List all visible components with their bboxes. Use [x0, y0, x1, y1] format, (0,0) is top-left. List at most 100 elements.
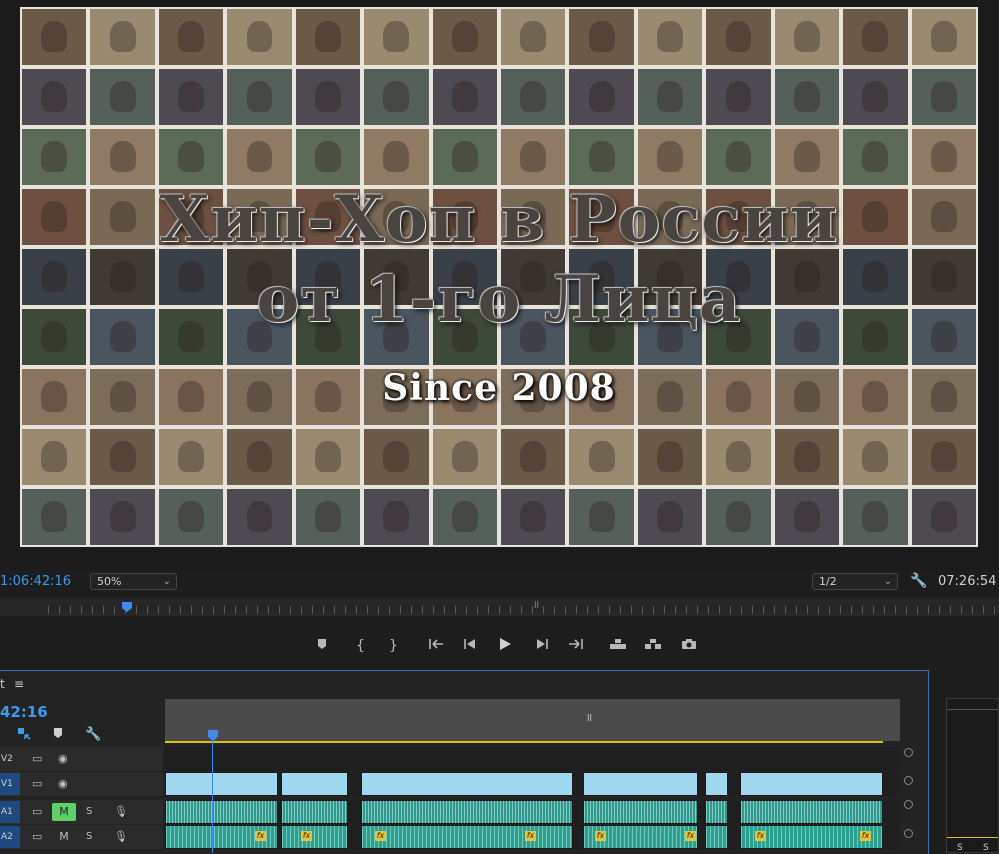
collage-thumbnail [432, 9, 497, 65]
sync-lock-icon[interactable]: ▭ [32, 777, 42, 790]
lift-icon[interactable] [609, 637, 627, 655]
timeline-tab[interactable]: t [0, 677, 5, 691]
fx-badge[interactable]: fx [525, 831, 536, 841]
solo-button[interactable]: S [86, 831, 92, 842]
track-lane-a1[interactable] [165, 800, 900, 824]
track-lane-a2[interactable]: fx fx fx fx fx fx fx fx [165, 825, 900, 849]
timeline-ruler-mark: ll [587, 714, 593, 724]
clip[interactable] [583, 800, 698, 824]
mark-out-button[interactable]: } [389, 637, 398, 655]
panel-menu-icon[interactable]: ≡ [14, 677, 24, 691]
sync-lock-icon[interactable]: ▭ [32, 752, 42, 765]
video-preview[interactable]: Хип-Хоп в России от 1-го Лица Since 2008 [20, 7, 978, 547]
step-back-icon[interactable] [463, 637, 477, 655]
clip[interactable] [281, 772, 348, 796]
collage-thumbnail [706, 489, 771, 545]
solo-meter-button[interactable]: S [957, 843, 963, 853]
track-height-handle[interactable] [904, 829, 913, 838]
collage-thumbnail [501, 129, 566, 185]
program-monitor: Хип-Хоп в России от 1-го Лица Since 2008 [0, 0, 999, 570]
marker-icon[interactable] [317, 637, 327, 655]
collage-thumbnail [158, 69, 224, 125]
clip[interactable] [361, 772, 573, 796]
collage-thumbnail [501, 9, 566, 65]
clip[interactable] [165, 800, 278, 824]
overlay-title-line2: от 1-го Лица [256, 262, 742, 337]
collage-thumbnail [706, 429, 771, 485]
resolution-select[interactable]: 1/2 ⌄ [812, 573, 898, 590]
sync-lock-icon[interactable]: ▭ [32, 805, 42, 818]
go-to-in-icon[interactable] [429, 637, 445, 655]
mute-button[interactable]: M [52, 828, 76, 846]
track-lane-v1[interactable] [165, 772, 900, 796]
clip[interactable] [705, 800, 728, 824]
fx-badge[interactable]: fx [255, 831, 266, 841]
monitor-time-ruler[interactable] [0, 598, 999, 616]
clip[interactable] [705, 825, 728, 849]
clip[interactable] [705, 772, 728, 796]
track-label[interactable]: A1 [0, 801, 20, 823]
playhead-timecode[interactable]: 1:06:42:16 [0, 574, 71, 589]
collage-thumbnail [706, 9, 771, 65]
sync-lock-icon[interactable]: ▭ [32, 830, 42, 843]
microphone-icon[interactable]: 🎙 [114, 830, 128, 843]
play-icon[interactable] [498, 637, 512, 656]
track-lane-v2[interactable] [165, 747, 900, 771]
fx-badge[interactable]: fx [860, 831, 871, 841]
clip[interactable] [281, 800, 348, 824]
insert-sequence-icon[interactable] [17, 727, 31, 744]
collage-thumbnail [501, 489, 566, 545]
collage-thumbnail [843, 429, 908, 485]
clip[interactable] [740, 772, 883, 796]
collage-thumbnail [637, 69, 703, 125]
fx-badge[interactable]: fx [595, 831, 606, 841]
work-area-bar[interactable] [165, 741, 883, 743]
track-label[interactable]: V1 [0, 773, 20, 795]
go-to-out-icon[interactable] [567, 637, 583, 655]
microphone-icon[interactable]: 🎙 [114, 805, 128, 818]
wrench-icon[interactable]: 🔧 [910, 573, 927, 589]
clip[interactable] [361, 825, 573, 849]
track-label[interactable]: V2 [0, 748, 20, 770]
collage-thumbnail [22, 489, 87, 545]
zoom-value: 50% [97, 575, 122, 588]
timeline-settings-icon[interactable]: 🔧 [85, 727, 101, 742]
add-marker-icon[interactable] [53, 727, 63, 743]
collage-thumbnail [227, 9, 292, 65]
collage-thumbnail [843, 9, 908, 65]
clip[interactable] [583, 772, 698, 796]
collage-thumbnail [843, 69, 908, 125]
collage-thumbnail [432, 69, 497, 125]
clip[interactable] [361, 800, 573, 824]
collage-thumbnail [158, 9, 224, 65]
clip[interactable] [165, 772, 278, 796]
track-label[interactable]: A2 [0, 826, 20, 848]
eye-icon[interactable]: ◉ [58, 777, 68, 790]
zoom-select[interactable]: 50% ⌄ [90, 573, 177, 590]
clip[interactable] [281, 825, 348, 849]
fx-badge[interactable]: fx [375, 831, 386, 841]
collage-thumbnail [706, 69, 771, 125]
timeline-timecode[interactable]: 42:16 [0, 703, 48, 721]
clip[interactable] [740, 800, 883, 824]
mark-in-button[interactable]: { [356, 637, 365, 655]
track-height-handle[interactable] [904, 776, 913, 785]
mute-button[interactable]: M [52, 803, 76, 821]
step-forward-icon[interactable] [535, 637, 549, 655]
track-header-v2: V2 ▭ ◉ [0, 747, 163, 771]
fx-badge[interactable]: fx [301, 831, 312, 841]
fx-badge[interactable]: fx [755, 831, 766, 841]
eye-icon[interactable]: ◉ [58, 752, 68, 765]
solo-button[interactable]: S [86, 806, 92, 817]
track-height-handle[interactable] [904, 800, 913, 809]
camera-icon[interactable] [681, 637, 697, 655]
solo-meter-button[interactable]: S [983, 843, 989, 853]
timeline-ruler[interactable] [165, 699, 900, 741]
collage-thumbnail [90, 9, 155, 65]
collage-thumbnail [227, 429, 292, 485]
fx-badge[interactable]: fx [685, 831, 696, 841]
extract-icon[interactable] [644, 637, 662, 655]
collage-thumbnail [295, 129, 361, 185]
collage-thumbnail [774, 129, 840, 185]
track-height-handle[interactable] [904, 748, 913, 757]
